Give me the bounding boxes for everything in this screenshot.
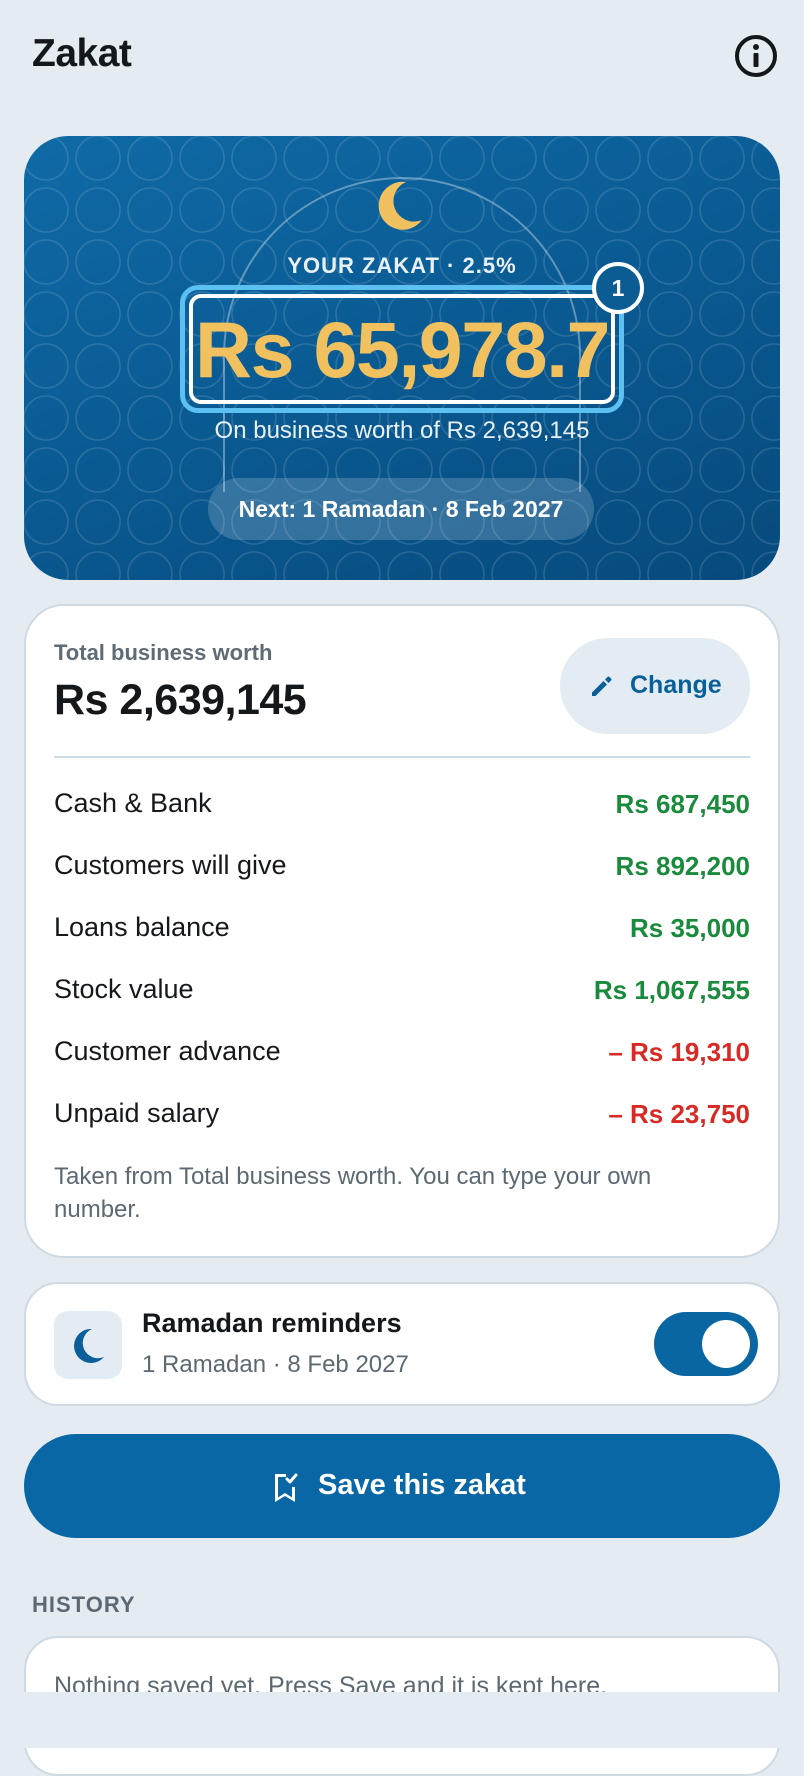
row-label-cash-bank: Cash & Bank	[54, 788, 212, 818]
bottom-edge	[0, 1692, 804, 1748]
crescent-moon-icon	[74, 1328, 104, 1363]
reminders-title: Ramadan reminders	[142, 1308, 402, 1338]
change-button[interactable]: Change	[560, 638, 750, 734]
row-value-customers-will-give: Rs 892,200	[615, 851, 750, 881]
reminder-icon-box	[54, 1311, 122, 1379]
total-worth-label: Total business worth	[54, 640, 273, 665]
page-title: Zakat	[32, 32, 132, 75]
save-button-label: Save this zakat	[318, 1469, 526, 1501]
zakat-amount: Rs 65,978.7	[195, 305, 610, 394]
row-value-loans-balance: Rs 35,000	[630, 913, 750, 943]
row-value-cash-bank: Rs 687,450	[615, 789, 750, 819]
info-icon[interactable]	[732, 32, 780, 80]
history-heading: HISTORY	[32, 1592, 136, 1617]
row-value-stock-value: Rs 1,067,555	[593, 975, 750, 1005]
pencil-icon	[592, 676, 612, 696]
change-button-label: Change	[630, 671, 722, 699]
zakat-rate-label: YOUR ZAKAT · 2.5%	[287, 253, 517, 278]
divider	[54, 756, 750, 758]
row-label-customer-advance: Customer advance	[54, 1036, 281, 1066]
total-worth-value: Rs 2,639,145	[54, 676, 307, 724]
row-value-unpaid-salary: – Rs 23,750	[608, 1099, 750, 1129]
row-label-loans-balance: Loans balance	[54, 912, 230, 942]
toggle-knob	[702, 1320, 750, 1368]
save-zakat-button[interactable]: Save this zakat	[24, 1434, 780, 1538]
reminders-subtitle: 1 Ramadan · 8 Feb 2027	[142, 1351, 409, 1378]
row-label-stock-value: Stock value	[54, 974, 194, 1004]
row-label-unpaid-salary: Unpaid salary	[54, 1098, 220, 1128]
reminders-toggle[interactable]	[654, 1312, 758, 1376]
row-value-customer-advance: – Rs 19,310	[608, 1037, 750, 1067]
step-badge: 1	[592, 262, 644, 314]
bookmark-check-icon	[275, 1473, 298, 1502]
next-date-pill: Next: 1 Ramadan · 8 Feb 2027	[208, 478, 594, 540]
business-worth-caption: On business worth of Rs 2,639,145	[214, 417, 590, 444]
row-label-customers-will-give: Customers will give	[54, 850, 287, 880]
worth-note: Taken from Total business worth. You can…	[54, 1163, 652, 1223]
top-bar: Zakat	[0, 0, 804, 116]
crescent-moon-icon	[378, 181, 422, 230]
